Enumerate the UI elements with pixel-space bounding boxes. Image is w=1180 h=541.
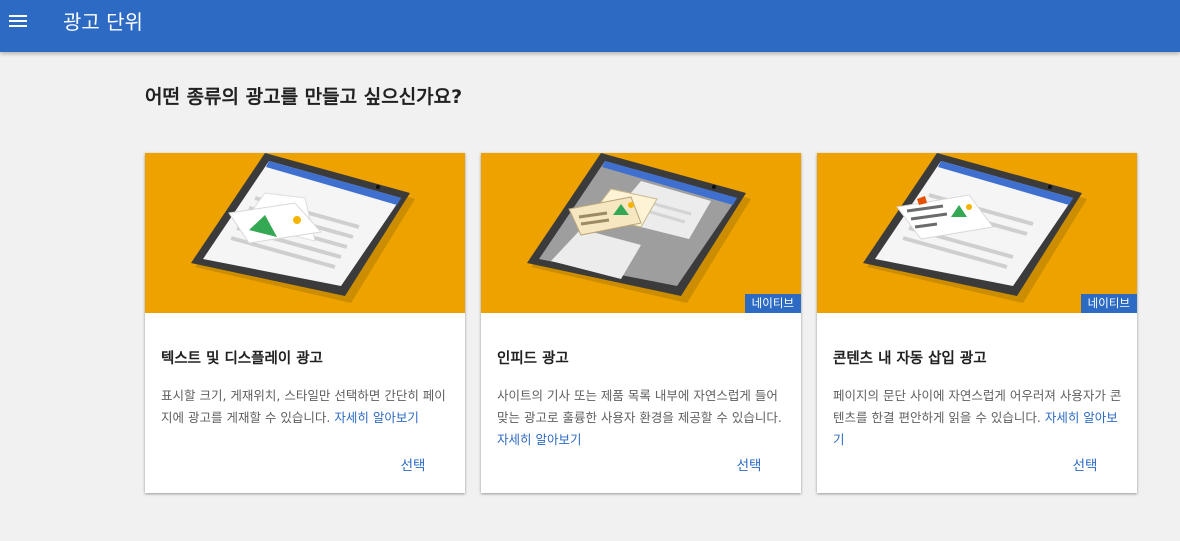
app-bar: 광고 단위 xyxy=(0,0,1180,52)
card-illustration: 네이티브 xyxy=(817,153,1137,313)
ad-type-card-display[interactable]: 텍스트 및 디스플레이 광고 표시할 크기, 게재위치, 스타일만 선택하면 간… xyxy=(145,153,465,493)
phone-illustration-in-feed xyxy=(527,153,751,303)
card-title: 인피드 광고 xyxy=(497,351,569,367)
select-button[interactable]: 선택 xyxy=(727,453,771,479)
card-illustration xyxy=(145,153,465,313)
card-title: 콘텐츠 내 자동 삽입 광고 xyxy=(833,351,987,367)
phone-illustration-display xyxy=(191,153,415,303)
learn-more-link[interactable]: 자세히 알아보기 xyxy=(334,410,418,425)
card-description: 페이지의 문단 사이에 자연스럽게 어우러져 사용자가 콘텐츠를 한결 편안하게… xyxy=(833,388,1122,447)
phone-illustration-in-article xyxy=(863,153,1087,303)
select-button[interactable]: 선택 xyxy=(1063,453,1107,479)
native-badge: 네이티브 xyxy=(744,294,801,313)
ad-type-card-in-article[interactable]: 네이티브 콘텐츠 내 자동 삽입 광고 페이지의 문단 사이에 자연스럽게 어우… xyxy=(817,153,1137,493)
card-title: 텍스트 및 디스플레이 광고 xyxy=(161,351,323,367)
native-badge: 네이티브 xyxy=(1080,294,1137,313)
select-button[interactable]: 선택 xyxy=(391,453,435,479)
question-heading: 어떤 종류의 광고를 만들고 싶으신가요? xyxy=(145,86,463,108)
card-description: 표시할 크기, 게재위치, 스타일만 선택하면 간단히 페이지에 광고를 게재할… xyxy=(161,388,446,425)
ad-type-card-in-feed[interactable]: 네이티브 인피드 광고 사이트의 기사 또는 제품 목록 내부에 자연스럽게 들… xyxy=(481,153,801,493)
card-description: 사이트의 기사 또는 제품 목록 내부에 자연스럽게 들어맞는 광고로 훌륭한 … xyxy=(497,388,782,447)
card-illustration: 네이티브 xyxy=(481,153,801,313)
menu-icon[interactable] xyxy=(0,0,40,44)
learn-more-link[interactable]: 자세히 알아보기 xyxy=(497,432,581,447)
page-title: 광고 단위 xyxy=(63,10,143,34)
